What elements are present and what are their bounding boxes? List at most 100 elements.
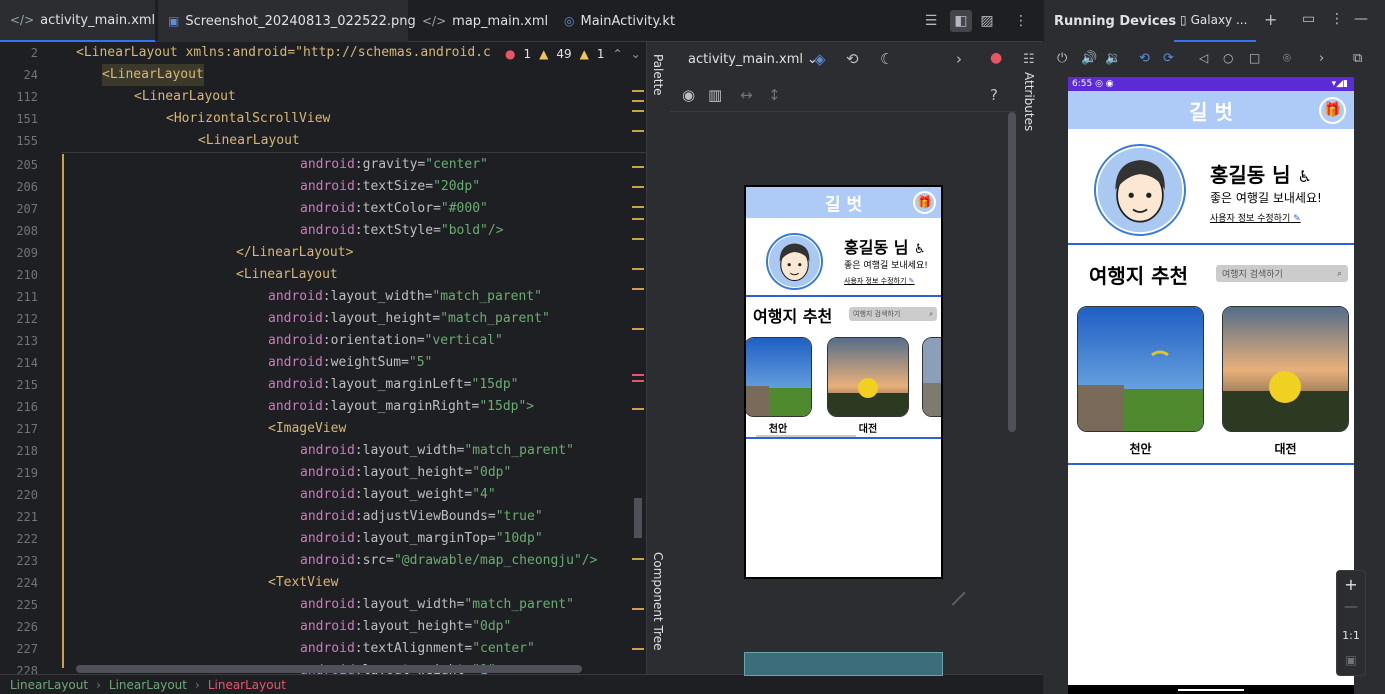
code-line[interactable]: android:textAlignment="center" [300,638,535,660]
blueprint-icon[interactable]: ▥ [708,86,722,104]
overview-icon[interactable]: □ [1249,51,1260,65]
code-line[interactable]: android:layout_height="0dp" [300,462,511,484]
code-line[interactable]: android:adjustViewBounds="true" [300,506,543,528]
night-mode-icon[interactable]: ☾ [880,50,893,68]
code-line[interactable]: android:layout_height="0dp" [300,616,511,638]
layout-preview[interactable]: 길 벗 🎁 홍길동 님 ♿ 좋은 여행길 보내세요! 사용자 정보 수정하기 ✎… [744,185,943,579]
palette-tab[interactable]: Palette [651,54,665,96]
layout-file-select[interactable]: activity_main.xml ⌄ [688,52,818,67]
line-number: 207 [16,202,38,216]
zoom-out-icon[interactable]: — [1337,599,1365,615]
place-card-daejeon[interactable] [827,337,909,417]
code-line[interactable]: android:weightSum="5" [268,352,432,374]
volume-up-icon[interactable]: 🔊 [1081,51,1097,66]
tab-map-main[interactable]: </> map_main.xml [412,0,548,42]
rotate-left-icon[interactable]: ⟲ [1139,51,1150,66]
code-line[interactable]: android:layout_marginRight="15dp"> [268,396,534,418]
breadcrumb-item[interactable]: LinearLayout [109,678,187,692]
code-view-icon[interactable]: ☰ [922,12,940,30]
code-line[interactable]: </LinearLayout> [236,242,353,264]
place-card-cheonan[interactable] [1077,306,1204,432]
code-line[interactable]: android:gravity="center" [300,154,488,176]
breadcrumb-item[interactable]: LinearLayout [10,678,88,692]
line-number: 224 [16,576,38,590]
home-indicator[interactable] [1178,689,1244,691]
sticky-code-line[interactable]: <LinearLayout [198,130,300,152]
eye-icon[interactable]: ◉ [682,86,695,104]
gift-icon[interactable]: 🎁 [913,191,936,214]
more-icon[interactable]: ⋮ [1330,11,1344,27]
tab-activity-main[interactable]: </> activity_main.xml ✕ [0,0,180,42]
window-icon[interactable]: ▭ [1302,11,1315,27]
namespace: android [300,443,355,458]
sticky-code-line[interactable]: <LinearLayout [102,64,204,86]
edit-profile-link[interactable]: 사용자 정보 수정하기 ✎ [844,276,915,286]
help-icon[interactable]: ? [990,86,998,104]
horizontal-scrollbar[interactable] [76,665,582,673]
code-line[interactable]: android:orientation="vertical" [268,330,503,352]
attribute-name: layout_width [362,443,457,458]
code-line[interactable]: android:layout_height="match_parent" [268,308,550,330]
search-input[interactable]: 여행지 검색하기 ⌕ [849,307,937,321]
attributes-tab[interactable]: Attributes [1022,72,1036,131]
sticky-code-line[interactable]: <HorizontalScrollView [166,108,330,130]
code-line[interactable]: android:textStyle="bold"/> [300,220,504,242]
code-line[interactable]: <TextView [268,572,338,594]
code-line[interactable]: android:layout_width="match_parent" [300,594,574,616]
code-line[interactable]: android:layout_width="match_parent" [300,440,574,462]
layers-icon[interactable]: ◈ [814,50,826,68]
component-tree-tab[interactable]: Component Tree [651,552,665,650]
place-card-cheonan[interactable] [746,337,812,417]
gift-icon[interactable]: 🎁 [1319,97,1346,124]
tab-main-activity[interactable]: ◎ MainActivity.kt [554,0,694,42]
home-icon[interactable]: ○ [1223,51,1233,65]
next-highlight-icon[interactable]: ⌄ [631,47,641,61]
zoom-in-icon[interactable]: + [1337,575,1365,594]
split-view-icon[interactable]: ◧ [950,10,972,32]
edit-profile-link[interactable]: 사용자 정보 수정하기 ✎ [1210,211,1301,224]
running-devices-header: Running Devices ▯ Galaxy ... + ▭ ⋮ — [1043,0,1385,42]
camera-icon[interactable]: ⌾ [1283,51,1291,66]
prev-highlight-icon[interactable]: ⌃ [613,47,623,61]
add-device-icon[interactable]: + [1264,10,1277,29]
rotate-right-icon[interactable]: ⟳ [1163,51,1174,66]
zoom-fit-icon[interactable]: ▣ [1337,653,1365,667]
code-line[interactable]: <ImageView [268,418,346,440]
vertical-resize-icon[interactable]: ↕ [768,86,781,104]
power-icon[interactable]: ⏻ [1057,51,1067,66]
code-line[interactable]: android:textSize="20dp" [300,176,480,198]
code-line[interactable]: android:layout_marginTop="10dp" [300,528,543,550]
search-input[interactable]: 여행지 검색하기 ⌕ [1216,265,1348,282]
minimize-icon[interactable]: — [1354,11,1368,27]
code-line[interactable]: <LinearLayout [236,264,338,286]
design-view-icon[interactable]: ▨ [978,12,996,30]
colon: : [322,399,331,414]
tab-screenshot[interactable]: ▣ Screenshot_20240813_022522.png [158,0,416,42]
volume-down-icon[interactable]: 🔉 [1105,51,1121,66]
place-card-next[interactable] [922,337,941,417]
device-screen[interactable]: 6:55 ◎ ◉ ▾◢▮ 길 벗 🎁 홍길동 님 ♿ 좋은 여행길 보내세요! 사… [1068,77,1354,694]
code-line[interactable]: android:src="@drawable/map_cheongju"/> [300,550,597,572]
orientation-icon[interactable]: ⟲ [846,50,859,68]
more-icon[interactable]: ⋮ [1012,12,1030,30]
sticky-code-line[interactable]: <LinearLayout xmlns:android="http://sche… [76,42,491,64]
code-line[interactable]: android:layout_width="match_parent" [268,286,542,308]
code-line[interactable]: android:textColor="#000" [300,198,488,220]
error-icon[interactable]: ● [990,50,1002,66]
place-card-daejeon[interactable] [1222,306,1349,432]
breadcrumb-item[interactable]: LinearLayout [208,678,286,692]
design-scrollbar[interactable] [1008,112,1016,432]
back-icon[interactable]: ◁ [1199,51,1208,65]
code-line[interactable]: android:layout_marginLeft="15dp" [268,374,518,396]
device-tab[interactable]: ▯ Galaxy ... [1174,0,1256,42]
sticky-code-line[interactable]: <LinearLayout [134,86,236,108]
error-stripe[interactable] [630,88,644,668]
inspection-widget[interactable]: ● 1 ▲ 49 ▲ 1 ⌃ ⌄ [505,47,641,61]
horizontal-resize-icon[interactable]: ↔ [740,86,753,104]
device-toolbar: ⏻ 🔊 🔉 ⟲ ⟳ ◁ ○ □ ⌾ › ⧉ [1043,42,1385,76]
chevron-right-icon[interactable]: › [1319,51,1324,66]
mirror-icon[interactable]: ⧉ [1353,51,1362,66]
chevron-right-icon[interactable]: › [956,50,962,68]
code-line[interactable]: android:layout_weight="4" [300,484,496,506]
zoom-actual-size[interactable]: 1:1 [1337,629,1365,642]
